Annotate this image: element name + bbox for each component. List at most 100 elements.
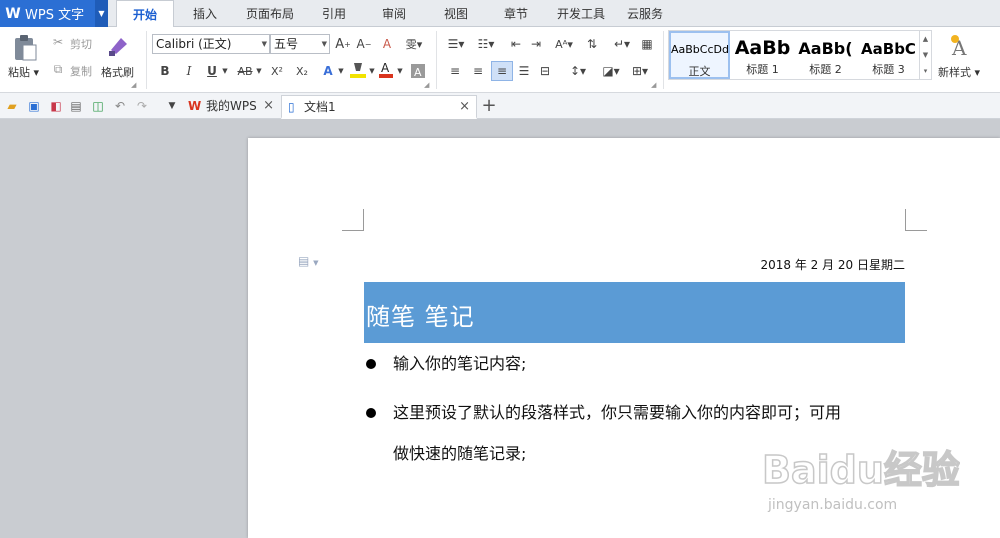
- new-tab-icon[interactable]: +: [481, 97, 497, 115]
- new-style-icon[interactable]: A: [946, 33, 974, 59]
- document-date[interactable]: 2018 年 2 月 20 日星期二: [700, 256, 905, 273]
- tab-page-layout[interactable]: 页面布局: [238, 0, 302, 27]
- paste-icon[interactable]: [10, 33, 40, 63]
- style-heading-3[interactable]: AaBbC 标题 3: [858, 31, 919, 79]
- tab-view[interactable]: 视图: [434, 0, 478, 27]
- title-banner[interactable]: 随笔 笔记: [364, 282, 905, 343]
- print-icon[interactable]: ▤: [68, 98, 84, 114]
- tab-review[interactable]: 审阅: [372, 0, 416, 27]
- print-preview-icon[interactable]: ◫: [90, 98, 106, 114]
- justify-icon[interactable]: ☰: [515, 62, 533, 80]
- bullet-item-2[interactable]: 这里预设了默认的段落样式，你只需要输入你的内容即可；可用: [393, 403, 841, 423]
- chevron-down-icon[interactable]: ▼: [220, 62, 230, 80]
- paragraph-launcher-icon[interactable]: ◢: [651, 81, 656, 89]
- text-direction-icon[interactable]: Aᴬ▾: [550, 35, 578, 53]
- line-spacing-icon[interactable]: ↕▾: [565, 62, 591, 80]
- style-name: 标题 3: [872, 63, 905, 76]
- export-pdf-icon[interactable]: ◧: [48, 98, 64, 114]
- grow-font-icon[interactable]: A +: [334, 35, 352, 53]
- border-icon[interactable]: ⊞▾: [627, 62, 653, 80]
- char-shading-icon[interactable]: A: [410, 62, 426, 80]
- chevron-down-icon: ▼: [321, 40, 327, 48]
- cut-button[interactable]: 剪切: [70, 36, 92, 52]
- tab-label: 文档1: [304, 100, 336, 114]
- paste-button[interactable]: 粘贴 ▾: [8, 64, 39, 80]
- distribute-icon[interactable]: ⊟: [536, 62, 554, 80]
- app-menu-button[interactable]: W WPS 文字 ▼: [0, 0, 108, 27]
- bullet-icon: [366, 408, 376, 418]
- chevron-down-icon[interactable]: ▼: [395, 62, 405, 80]
- close-icon[interactable]: ×: [459, 96, 470, 118]
- app-dropdown-icon[interactable]: ▼: [95, 0, 108, 27]
- text-effect-icon[interactable]: A: [320, 62, 336, 80]
- open-folder-icon[interactable]: ▰: [4, 98, 20, 114]
- strikethrough-button[interactable]: AB: [234, 62, 256, 80]
- decrease-indent-icon[interactable]: ⇤: [507, 35, 525, 53]
- sort-icon[interactable]: ⇅: [583, 35, 601, 53]
- bullet-list-icon[interactable]: ☰▾: [443, 35, 469, 53]
- app-name: WPS 文字: [25, 8, 85, 23]
- style-gallery-scroll[interactable]: ▲ ▼ ▾: [919, 31, 931, 79]
- cut-icon[interactable]: ✂: [50, 34, 66, 50]
- watermark-brand: Baidu经验: [762, 448, 960, 492]
- clipboard-launcher-icon[interactable]: ◢: [131, 81, 136, 89]
- align-right-icon[interactable]: ≡: [491, 61, 513, 81]
- chevron-down-icon[interactable]: ▼: [367, 62, 377, 80]
- tab-document-1[interactable]: ▯ 文档1 ×: [281, 95, 477, 119]
- font-launcher-icon[interactable]: ◢: [424, 81, 429, 89]
- tab-my-wps[interactable]: W 我的WPS ×: [182, 95, 280, 119]
- bullet-item-1[interactable]: 输入你的笔记内容;: [393, 354, 526, 374]
- svg-text:A: A: [414, 66, 422, 79]
- tab-cloud[interactable]: 云服务: [620, 0, 670, 27]
- customize-dropdown-icon[interactable]: ▼: [164, 98, 180, 114]
- superscript-button[interactable]: X²: [266, 62, 288, 80]
- phonetic-guide-icon[interactable]: 雯▾: [402, 35, 426, 53]
- style-name: 标题 2: [809, 63, 842, 76]
- font-color-icon[interactable]: A: [378, 60, 394, 80]
- style-sample: AaBb(: [798, 39, 853, 58]
- clear-format-icon[interactable]: A: [378, 35, 396, 53]
- style-heading-2[interactable]: AaBb( 标题 2: [795, 31, 856, 79]
- separator: [146, 31, 147, 89]
- underline-button[interactable]: U: [204, 62, 220, 80]
- close-icon[interactable]: ×: [263, 95, 274, 117]
- copy-icon[interactable]: ⧉: [50, 61, 66, 77]
- highlight-color-icon[interactable]: [349, 60, 367, 80]
- font-name-select[interactable]: Calibri (正文) ▼: [152, 34, 270, 54]
- align-left-icon[interactable]: ≡: [446, 62, 464, 80]
- chevron-down-icon[interactable]: ▼: [336, 62, 346, 80]
- svg-text:A: A: [381, 61, 390, 75]
- style-heading-1[interactable]: AaBb 标题 1: [732, 31, 793, 79]
- new-style-button[interactable]: 新样式 ▾: [938, 64, 980, 80]
- numbered-list-icon[interactable]: ☷▾: [472, 35, 500, 53]
- save-icon[interactable]: ▣: [26, 98, 42, 114]
- paragraph-shading-icon[interactable]: ◪▾: [599, 62, 623, 80]
- format-painter-icon[interactable]: [106, 33, 132, 59]
- style-normal[interactable]: AaBbCcDd 正文: [669, 31, 730, 79]
- tab-chapter[interactable]: 章节: [494, 0, 538, 27]
- baidu-jingyan-watermark: Baidu经验 jingyan.baidu.com: [760, 443, 960, 518]
- subscript-button[interactable]: X₂: [291, 62, 313, 80]
- align-center-icon[interactable]: ≡: [469, 62, 487, 80]
- italic-button[interactable]: I: [181, 62, 197, 80]
- document-title: 随笔 笔记: [366, 303, 475, 331]
- show-marks-icon[interactable]: ↵▾: [610, 35, 634, 53]
- chevron-down-icon[interactable]: ▼: [254, 62, 264, 80]
- bullet-item-2-continuation[interactable]: 做快速的随笔记录;: [393, 444, 526, 464]
- style-sample: AaBbCcDd: [671, 43, 728, 56]
- shrink-font-icon[interactable]: A −: [355, 35, 373, 53]
- tab-start[interactable]: 开始: [116, 0, 174, 28]
- undo-icon[interactable]: ↶: [112, 98, 128, 114]
- tab-developer[interactable]: 开发工具: [550, 0, 612, 27]
- tab-references[interactable]: 引用: [312, 0, 356, 27]
- tab-insert[interactable]: 插入: [180, 0, 230, 27]
- table-icon[interactable]: ▦: [638, 35, 656, 53]
- paragraph-options-icon[interactable]: ▤ ▼: [298, 254, 319, 268]
- copy-button[interactable]: 复制: [70, 63, 92, 79]
- redo-icon[interactable]: ↷: [134, 98, 150, 114]
- tab-label: 我的WPS: [206, 99, 257, 113]
- bold-button[interactable]: B: [157, 62, 173, 80]
- format-painter-button[interactable]: 格式刷: [101, 64, 134, 80]
- increase-indent-icon[interactable]: ⇥: [527, 35, 545, 53]
- font-size-select[interactable]: 五号 ▼: [270, 34, 330, 54]
